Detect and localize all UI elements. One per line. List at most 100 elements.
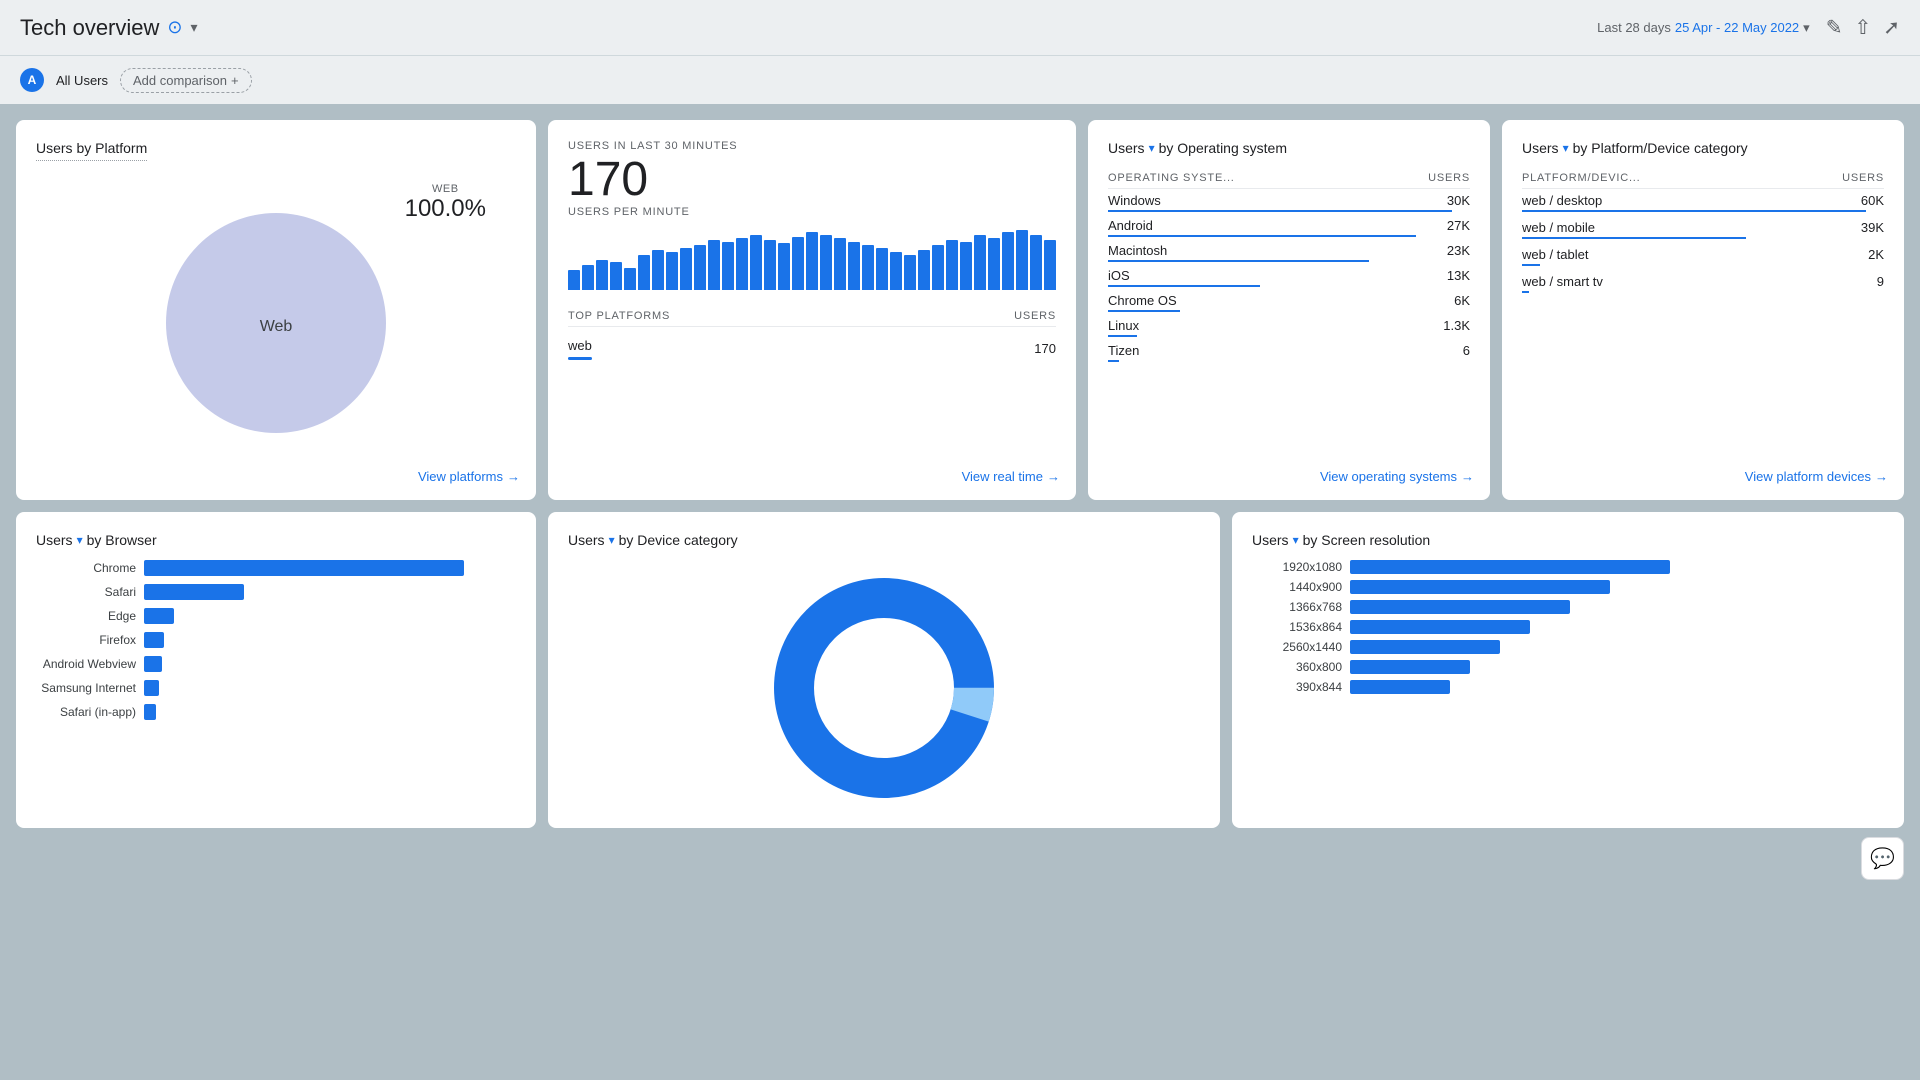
view-pd-arrow: → bbox=[1875, 469, 1888, 484]
resolution-label: 360x800 bbox=[1252, 660, 1342, 674]
pd-col-headers: PLATFORM/DEVIC... USERS bbox=[1522, 168, 1884, 189]
dc-title: Users bbox=[568, 532, 605, 548]
dc-title2: by Device category bbox=[619, 532, 738, 548]
pie-label-category: WEB bbox=[405, 183, 486, 195]
realtime-bar bbox=[610, 262, 622, 290]
realtime-section-label: USERS IN LAST 30 MINUTES bbox=[568, 140, 1056, 152]
pd-name: web / mobile bbox=[1522, 220, 1595, 235]
realtime-bar bbox=[890, 252, 902, 290]
pd-col-label: PLATFORM/DEVIC... bbox=[1522, 172, 1641, 184]
browser-dropdown-arrow[interactable]: ▾ bbox=[77, 533, 83, 547]
realtime-bar bbox=[694, 245, 706, 290]
browser-row: Edge bbox=[36, 608, 516, 624]
sr-dropdown-arrow[interactable]: ▾ bbox=[1293, 533, 1299, 547]
realtime-bar bbox=[736, 238, 748, 290]
os-value: 1.3K bbox=[1443, 318, 1470, 333]
realtime-bar bbox=[918, 250, 930, 290]
dc-dropdown-arrow[interactable]: ▾ bbox=[609, 533, 615, 547]
device-category-title: Users ▾ by Device category bbox=[568, 532, 1200, 548]
os-name: Windows bbox=[1108, 193, 1161, 208]
realtime-bar bbox=[792, 237, 804, 290]
pd-bar bbox=[1522, 237, 1746, 239]
platform-device-card: Users ▾ by Platform/Device category PLAT… bbox=[1502, 120, 1904, 500]
platform-device-card-title: Users ▾ by Platform/Device category bbox=[1522, 140, 1884, 156]
pd-name: web / tablet bbox=[1522, 247, 1589, 262]
os-dropdown-arrow[interactable]: ▾ bbox=[1149, 141, 1155, 155]
os-row: Linux 1.3K bbox=[1108, 318, 1470, 343]
resolution-bar bbox=[1350, 640, 1500, 654]
resolution-label: 1366x768 bbox=[1252, 600, 1342, 614]
os-data-rows: Windows 30K Android 27K Macintosh 23K iO… bbox=[1108, 193, 1470, 368]
realtime-card: USERS IN LAST 30 MINUTES 170 USERS PER M… bbox=[548, 120, 1076, 500]
os-name: Tizen bbox=[1108, 343, 1139, 358]
trend-icon[interactable]: ➚ bbox=[1883, 15, 1900, 40]
resolution-label: 1440x900 bbox=[1252, 580, 1342, 594]
os-row: Tizen 6 bbox=[1108, 343, 1470, 368]
realtime-bar bbox=[596, 260, 608, 290]
date-dropdown-icon: ▾ bbox=[1803, 20, 1810, 36]
realtime-bar bbox=[904, 255, 916, 290]
sr-title: Users bbox=[1252, 532, 1289, 548]
date-range[interactable]: Last 28 days 25 Apr - 22 May 2022 ▾ bbox=[1597, 20, 1810, 36]
pd-row: web / smart tv 9 bbox=[1522, 274, 1884, 301]
header-left: Tech overview ⊙ ▾ bbox=[20, 15, 198, 41]
feedback-button[interactable]: 💬 bbox=[1861, 837, 1904, 880]
platform-row-web: web 170 bbox=[568, 331, 1056, 366]
all-users-label: All Users bbox=[56, 73, 108, 88]
resolution-row: 2560x1440 bbox=[1252, 640, 1884, 654]
pd-dropdown-arrow[interactable]: ▾ bbox=[1563, 141, 1569, 155]
view-realtime-link[interactable]: View real time → bbox=[962, 469, 1060, 484]
resolution-row: 1536x864 bbox=[1252, 620, 1884, 634]
os-bar bbox=[1108, 235, 1416, 237]
share-icon[interactable]: ⇧ bbox=[1854, 15, 1871, 40]
browser-title2: by Browser bbox=[87, 532, 157, 548]
platform-card: Users by Platform WEB 100.0% Web View pl… bbox=[16, 120, 536, 500]
view-platforms-text: View platforms bbox=[418, 469, 503, 484]
browser-card: Users ▾ by Browser Chrome Safari Edge Fi… bbox=[16, 512, 536, 828]
platform-name-web: web bbox=[568, 338, 592, 353]
donut-chart-container bbox=[568, 568, 1200, 808]
browser-name: Firefox bbox=[36, 633, 136, 647]
platform-pie-chart: Web bbox=[136, 183, 416, 463]
resolution-label: 2560x1440 bbox=[1252, 640, 1342, 654]
edit-icon[interactable]: ✎ bbox=[1826, 15, 1843, 40]
resolution-bar bbox=[1350, 680, 1450, 694]
os-card-title: Users ▾ by Operating system bbox=[1108, 140, 1470, 156]
realtime-bar bbox=[652, 250, 664, 290]
os-bar bbox=[1108, 210, 1452, 212]
pie-center-label: Web bbox=[260, 318, 293, 335]
pd-row: web / tablet 2K bbox=[1522, 247, 1884, 274]
realtime-bar bbox=[1016, 230, 1028, 290]
user-badge: A bbox=[20, 68, 44, 92]
add-comparison-button[interactable]: Add comparison + bbox=[120, 68, 252, 93]
view-realtime-text: View real time bbox=[962, 469, 1043, 484]
resolution-label: 390x844 bbox=[1252, 680, 1342, 694]
view-os-link[interactable]: View operating systems → bbox=[1320, 469, 1474, 484]
realtime-bar bbox=[946, 240, 958, 290]
os-row: Macintosh 23K bbox=[1108, 243, 1470, 268]
view-platforms-arrow: → bbox=[507, 469, 520, 484]
top-row: Users by Platform WEB 100.0% Web View pl… bbox=[16, 120, 1904, 500]
resolution-label: 1920x1080 bbox=[1252, 560, 1342, 574]
os-users-col-label: USERS bbox=[1428, 172, 1470, 184]
page-title: Tech overview bbox=[20, 15, 159, 41]
realtime-bar bbox=[680, 248, 692, 290]
pd-bar bbox=[1522, 210, 1866, 212]
platform-card-title: Users by Platform bbox=[36, 140, 147, 161]
realtime-bar bbox=[960, 242, 972, 290]
realtime-bar bbox=[722, 242, 734, 290]
realtime-bar bbox=[638, 255, 650, 290]
view-platform-devices-link[interactable]: View platform devices → bbox=[1745, 469, 1888, 484]
realtime-bar bbox=[932, 245, 944, 290]
view-platforms-link[interactable]: View platforms → bbox=[418, 469, 520, 484]
pd-title: Users bbox=[1522, 140, 1559, 156]
os-bar bbox=[1108, 260, 1369, 262]
os-value: 6 bbox=[1463, 343, 1470, 358]
os-col-label: OPERATING SYSTE... bbox=[1108, 172, 1235, 184]
title-dropdown-icon[interactable]: ▾ bbox=[190, 19, 197, 36]
os-name: Macintosh bbox=[1108, 243, 1167, 258]
pd-value: 2K bbox=[1868, 247, 1884, 262]
os-row: Chrome OS 6K bbox=[1108, 293, 1470, 318]
os-bar bbox=[1108, 360, 1119, 362]
date-prefix: Last 28 days bbox=[1597, 20, 1671, 35]
